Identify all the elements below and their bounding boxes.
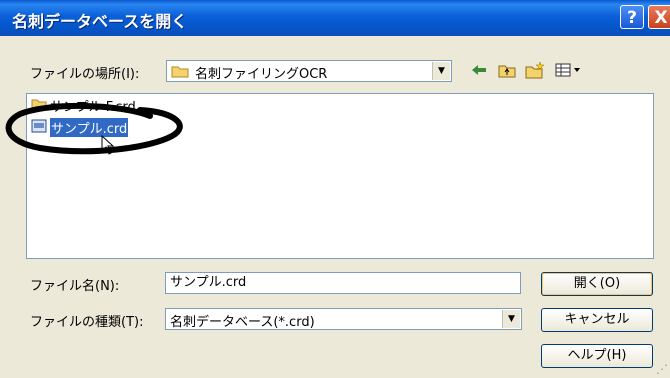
filetype-label: ファイルの種類(T): bbox=[30, 315, 144, 330]
help-button[interactable]: ヘルプ(H) bbox=[541, 344, 653, 368]
look-in-dropdown-arrow[interactable]: ▼ bbox=[432, 62, 450, 80]
filename-label: ファイル名(N): bbox=[30, 279, 120, 294]
filename-input[interactable]: サンプル.crd bbox=[165, 272, 521, 294]
folder-icon bbox=[171, 64, 189, 82]
help-title-button[interactable]: ? bbox=[620, 5, 644, 29]
resize-grip[interactable]: ⋰ bbox=[656, 362, 668, 376]
filetype-combo[interactable]: 名刺データベース(*.crd) ▼ bbox=[165, 308, 522, 330]
title-bar[interactable]: 名刺データベースを開く ? X bbox=[0, 0, 670, 36]
filetype-value: 名刺データベース(*.crd) bbox=[170, 315, 315, 330]
close-button[interactable]: X bbox=[648, 5, 670, 29]
new-folder-icon[interactable] bbox=[524, 60, 546, 80]
view-menu-icon[interactable] bbox=[554, 60, 584, 80]
open-database-dialog: 名刺データベースを開く ? X ファイルの場所(I): 名刺ファイリングOCR … bbox=[0, 0, 670, 378]
look-in-label: ファイルの場所(I): bbox=[30, 67, 140, 82]
look-in-combo[interactable]: 名刺ファイリングOCR ▼ bbox=[166, 60, 452, 82]
dialog-title: 名刺データベースを開く bbox=[12, 12, 188, 31]
annotation-ellipse bbox=[5, 103, 183, 155]
filetype-dropdown-arrow[interactable]: ▼ bbox=[502, 310, 520, 328]
open-button[interactable]: 開く(O) bbox=[541, 272, 653, 296]
cancel-button[interactable]: キャンセル bbox=[541, 308, 653, 332]
look-in-value: 名刺ファイリングOCR bbox=[195, 67, 328, 82]
back-arrow-icon[interactable] bbox=[468, 60, 490, 80]
up-folder-icon[interactable] bbox=[496, 60, 518, 80]
